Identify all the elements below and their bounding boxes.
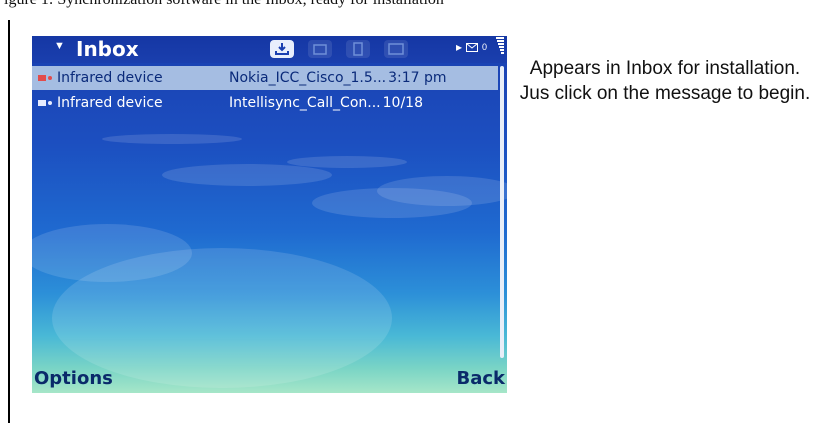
inbox-download-icon: [275, 43, 289, 55]
infrared-icon: [35, 98, 57, 108]
frame-border: [8, 20, 10, 423]
zero-indicator-icon: 0: [482, 42, 488, 52]
tab-bar: [270, 38, 408, 60]
message-sender: Infrared device: [57, 70, 163, 86]
document-icon: [353, 42, 363, 56]
message-subject: Nokia_ICC_Cisco_1.5...: [229, 70, 387, 86]
background-ellipse: [102, 134, 242, 144]
status-indicators: ▸ 0: [456, 40, 487, 54]
message-time: 3:17 pm: [388, 70, 447, 86]
tab-sent[interactable]: [346, 40, 370, 58]
tab-inbox[interactable]: [270, 40, 294, 58]
folder-arrow-icon[interactable]: ▼: [54, 40, 65, 52]
list-item[interactable]: Infrared device Nokia_ICC_Cisco_1.5... 3…: [32, 66, 498, 90]
title-bar: ▼ Inbox ▸ 0: [32, 36, 507, 63]
page-title: Inbox: [76, 37, 139, 61]
background-ellipse: [162, 164, 332, 186]
scrollbar[interactable]: [500, 66, 504, 358]
message-subject: Intellisync_Call_Con...: [229, 95, 381, 111]
options-softkey[interactable]: Options: [34, 368, 113, 389]
background-ellipse: [287, 156, 407, 168]
signal-strength-icon: [496, 37, 504, 54]
back-softkey[interactable]: Back: [456, 368, 505, 389]
tab-outbox[interactable]: [384, 40, 408, 58]
figure-caption: igure 1: Synchronization software in the…: [4, 0, 444, 9]
list-item[interactable]: Infrared device Intellisync_Call_Con... …: [32, 91, 498, 115]
infrared-icon: [35, 73, 57, 83]
tab-drafts[interactable]: [308, 40, 332, 58]
message-time: 10/18: [382, 95, 423, 111]
message-sender: Infrared device: [57, 95, 163, 111]
instruction-caption: Appears in Inbox for installation. Jus c…: [519, 58, 811, 104]
outbox-icon: [388, 43, 404, 55]
scroll-right-icon: ▸: [456, 40, 463, 54]
phone-screen: ▼ Inbox ▸ 0 Infrared device Nokia_ICC_Ci…: [32, 36, 507, 393]
envelope-icon: [466, 42, 479, 52]
folder-icon: [313, 44, 327, 55]
background-ellipse: [377, 176, 507, 206]
